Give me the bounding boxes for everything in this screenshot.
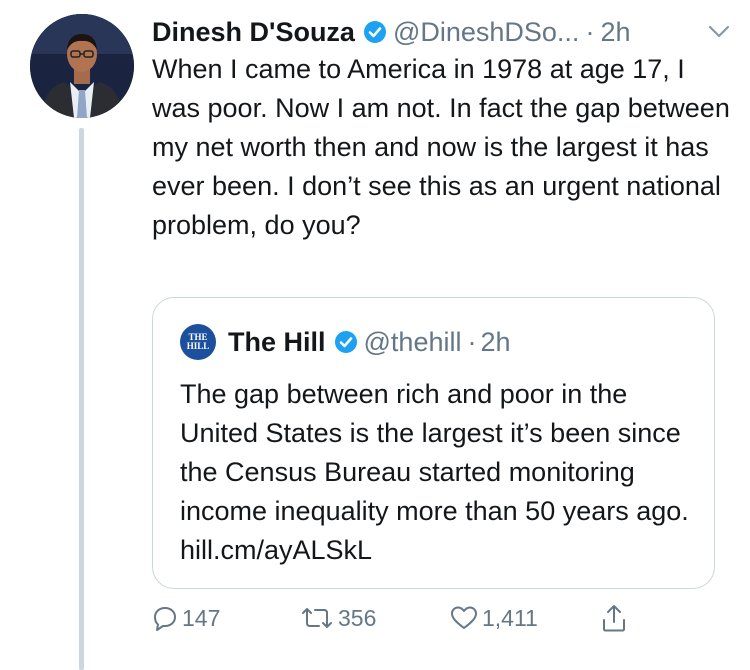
- quoted-timestamp: 2h: [480, 327, 511, 357]
- quoted-avatar: THE HILL: [180, 324, 216, 360]
- retweet-count: 356: [338, 604, 377, 631]
- like-count: 1,411: [482, 604, 538, 631]
- quoted-author-handle: @thehill: [363, 327, 462, 357]
- avatar-photo: [30, 14, 134, 118]
- tweet-text: When I came to America in 1978 at age 17…: [152, 54, 730, 240]
- tweet-header: Dinesh D'Souza @DineshDSo... · 2h: [152, 12, 730, 52]
- tweet-actions: 147 356 1,411: [152, 603, 628, 633]
- share-icon: [600, 603, 628, 633]
- retweet-icon: [300, 605, 334, 631]
- reply-count: 147: [182, 604, 221, 631]
- header-separator: ·: [585, 17, 595, 47]
- quoted-tweet-header: THE HILL The Hill @thehill · 2h: [180, 322, 511, 362]
- quoted-author-name: The Hill: [228, 327, 326, 357]
- verified-badge-icon: [363, 20, 387, 44]
- quoted-separator: ·: [467, 327, 477, 357]
- verified-badge-icon: [334, 330, 358, 354]
- author-name[interactable]: Dinesh D'Souza: [152, 12, 355, 52]
- quoted-tweet-text: The gap between rich and poor in the Uni…: [180, 379, 689, 565]
- reply-icon: [152, 605, 178, 631]
- quoted-avatar-text-bottom: HILL: [186, 341, 210, 351]
- share-button[interactable]: [600, 603, 628, 633]
- like-button[interactable]: 1,411: [450, 605, 600, 632]
- tweet-timestamp[interactable]: 2h: [600, 12, 630, 52]
- retweet-button[interactable]: 356: [300, 605, 450, 632]
- quoted-tweet-card[interactable]: THE HILL The Hill @thehill · 2h The gap …: [152, 297, 715, 589]
- chevron-down-icon[interactable]: [698, 25, 730, 39]
- avatar[interactable]: [30, 14, 134, 118]
- author-handle[interactable]: @DineshDSo...: [393, 12, 579, 52]
- heart-icon: [450, 605, 478, 631]
- reply-button[interactable]: 147: [152, 605, 300, 632]
- thread-line: [79, 128, 84, 670]
